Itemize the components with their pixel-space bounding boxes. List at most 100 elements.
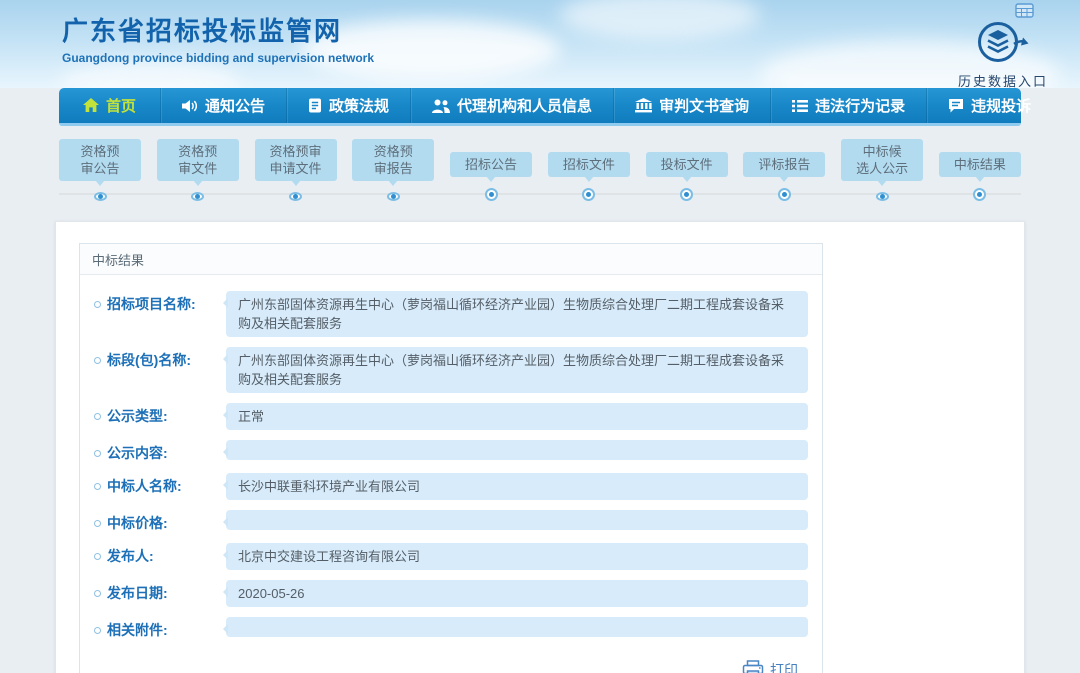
field-label-text: 公示内容: (107, 443, 168, 463)
history-data-entry[interactable]: 历史数据入口 (958, 20, 1048, 88)
step-label: 中标候 选人公示 (841, 139, 923, 181)
step-label: 投标文件 (646, 152, 728, 177)
nav-item-notices[interactable]: 通知公告 (160, 88, 286, 123)
step-tender-document[interactable]: 招标文件 (548, 139, 630, 201)
step-label: 评标报告 (743, 152, 825, 177)
nav-item-agencies[interactable]: 代理机构和人员信息 (410, 88, 613, 123)
process-steps: 资格预 审公告 资格预 审文件 资格预审 申请文件 资格预 审报告 招标公告 (59, 139, 1021, 201)
bubble-pointer (682, 176, 692, 187)
step-label: 资格预审 申请文件 (255, 139, 337, 181)
timeline-dot (876, 192, 889, 201)
step-evaluation-report[interactable]: 评标报告 (743, 139, 825, 201)
step-award-result[interactable]: 中标结果 (939, 139, 1021, 201)
field-label-text: 中标价格: (107, 513, 168, 533)
bullet-icon (94, 413, 101, 420)
step-label: 招标公告 (450, 152, 532, 177)
nav-item-violation-records[interactable]: 违法行为记录 (770, 88, 926, 123)
field-label-text: 标段(包)名称: (107, 350, 191, 370)
step-prequal-announcement[interactable]: 资格预 审公告 (59, 139, 141, 201)
award-result-form: 招标项目名称: 广州东部固体资源再生中心（萝岗福山循环经济产业园）生物质综合处理… (80, 275, 822, 673)
timeline-dot (289, 192, 302, 201)
bubble-pointer (584, 176, 594, 187)
field-row-publicity-type: 公示类型: 正常 (94, 403, 808, 430)
step-prequal-application[interactable]: 资格预审 申请文件 (255, 139, 337, 201)
nav-item-label: 代理机构和人员信息 (457, 95, 592, 116)
bullet-icon (94, 627, 101, 634)
court-icon (635, 98, 652, 113)
field-value (226, 510, 808, 530)
content-container: 中标结果 招标项目名称: 广州东部固体资源再生中心（萝岗福山循环经济产业园）生物… (55, 221, 1025, 673)
timeline-dot (485, 188, 498, 201)
field-label-text: 中标人名称: (107, 476, 182, 496)
step-prequal-document[interactable]: 资格预 审文件 (157, 139, 239, 201)
print-button[interactable]: 打印 (94, 650, 808, 673)
step-candidate-publicity[interactable]: 中标候 选人公示 (841, 139, 923, 201)
nav-item-label: 违法行为记录 (815, 95, 905, 116)
field-value (226, 440, 808, 460)
bubble-pointer (486, 176, 496, 187)
field-label: 发布日期: (94, 580, 226, 603)
field-value: 2020-05-26 (226, 580, 808, 607)
cloud-decoration (560, 0, 760, 40)
print-button-label: 打印 (770, 660, 798, 673)
nav-item-label: 审判文书查询 (659, 95, 749, 116)
timeline-dot (973, 188, 986, 201)
field-row-winning-price: 中标价格: (94, 510, 808, 533)
field-row-publisher: 发布人: 北京中交建设工程咨询有限公司 (94, 543, 808, 570)
field-label-text: 公示类型: (107, 406, 168, 426)
site-subtitle: Guangdong province bidding and supervisi… (62, 51, 374, 65)
nav-item-home[interactable]: 首页 (59, 88, 160, 123)
bubble-pointer (388, 180, 398, 191)
field-row-attachments: 相关附件: (94, 617, 808, 640)
timeline-dot (778, 188, 791, 201)
field-row-publish-date: 发布日期: 2020-05-26 (94, 580, 808, 607)
step-label: 资格预 审报告 (352, 139, 434, 181)
site-brand: 广东省招标投标监管网 Guangdong province bidding an… (62, 11, 374, 65)
printer-icon (742, 660, 764, 673)
field-label: 招标项目名称: (94, 291, 226, 314)
field-value: 广州东部固体资源再生中心（萝岗福山循环经济产业园）生物质综合处理厂二期工程成套设… (226, 291, 808, 337)
field-label: 中标人名称: (94, 473, 226, 496)
field-value: 广州东部固体资源再生中心（萝岗福山循环经济产业园）生物质综合处理厂二期工程成套设… (226, 347, 808, 393)
award-result-panel: 中标结果 招标项目名称: 广州东部固体资源再生中心（萝岗福山循环经济产业园）生物… (79, 243, 823, 673)
bullet-icon (94, 553, 101, 560)
field-label-text: 发布日期: (107, 583, 168, 603)
nav-item-label: 首页 (106, 95, 136, 116)
bubble-pointer (877, 180, 887, 191)
field-value: 长沙中联重科环境产业有限公司 (226, 473, 808, 500)
timeline-dot (680, 188, 693, 201)
bullet-icon (94, 483, 101, 490)
field-row-section-name: 标段(包)名称: 广州东部固体资源再生中心（萝岗福山循环经济产业园）生物质综合处… (94, 347, 808, 393)
bullet-icon (94, 520, 101, 527)
bullet-icon (94, 357, 101, 364)
bullet-icon (94, 450, 101, 457)
document-icon (308, 98, 322, 113)
step-label: 资格预 审公告 (59, 139, 141, 181)
step-prequal-report[interactable]: 资格预 审报告 (352, 139, 434, 201)
field-label: 公示内容: (94, 440, 226, 463)
nav-item-policies[interactable]: 政策法规 (286, 88, 410, 123)
people-icon (432, 99, 450, 113)
main-nav: 首页 通知公告 政策法规 代理机构和人员信息 (59, 88, 1021, 126)
nav-item-judgment-docs[interactable]: 审判文书查询 (613, 88, 770, 123)
step-tender-announcement[interactable]: 招标公告 (450, 139, 532, 201)
timeline-dot (387, 192, 400, 201)
field-row-publicity-content: 公示内容: (94, 440, 808, 463)
layers-circle-arrow-icon (974, 20, 1032, 64)
nav-item-label: 政策法规 (329, 95, 389, 116)
bubble-pointer (95, 180, 105, 191)
panel-title: 中标结果 (80, 244, 822, 275)
field-row-project-name: 招标项目名称: 广州东部固体资源再生中心（萝岗福山循环经济产业园）生物质综合处理… (94, 291, 808, 337)
bubble-pointer (193, 180, 203, 191)
nav-item-complaints[interactable]: 违规投诉 (926, 88, 1052, 123)
field-value: 北京中交建设工程咨询有限公司 (226, 543, 808, 570)
bubble-pointer (779, 176, 789, 187)
bullet-icon (94, 590, 101, 597)
timeline-dot (94, 192, 107, 201)
step-bid-document[interactable]: 投标文件 (646, 139, 728, 201)
field-label: 公示类型: (94, 403, 226, 426)
page-header: 广东省招标投标监管网 Guangdong province bidding an… (0, 0, 1080, 88)
nav-item-label: 通知公告 (205, 95, 265, 116)
history-entry-label: 历史数据入口 (958, 71, 1048, 88)
field-label: 标段(包)名称: (94, 347, 226, 370)
